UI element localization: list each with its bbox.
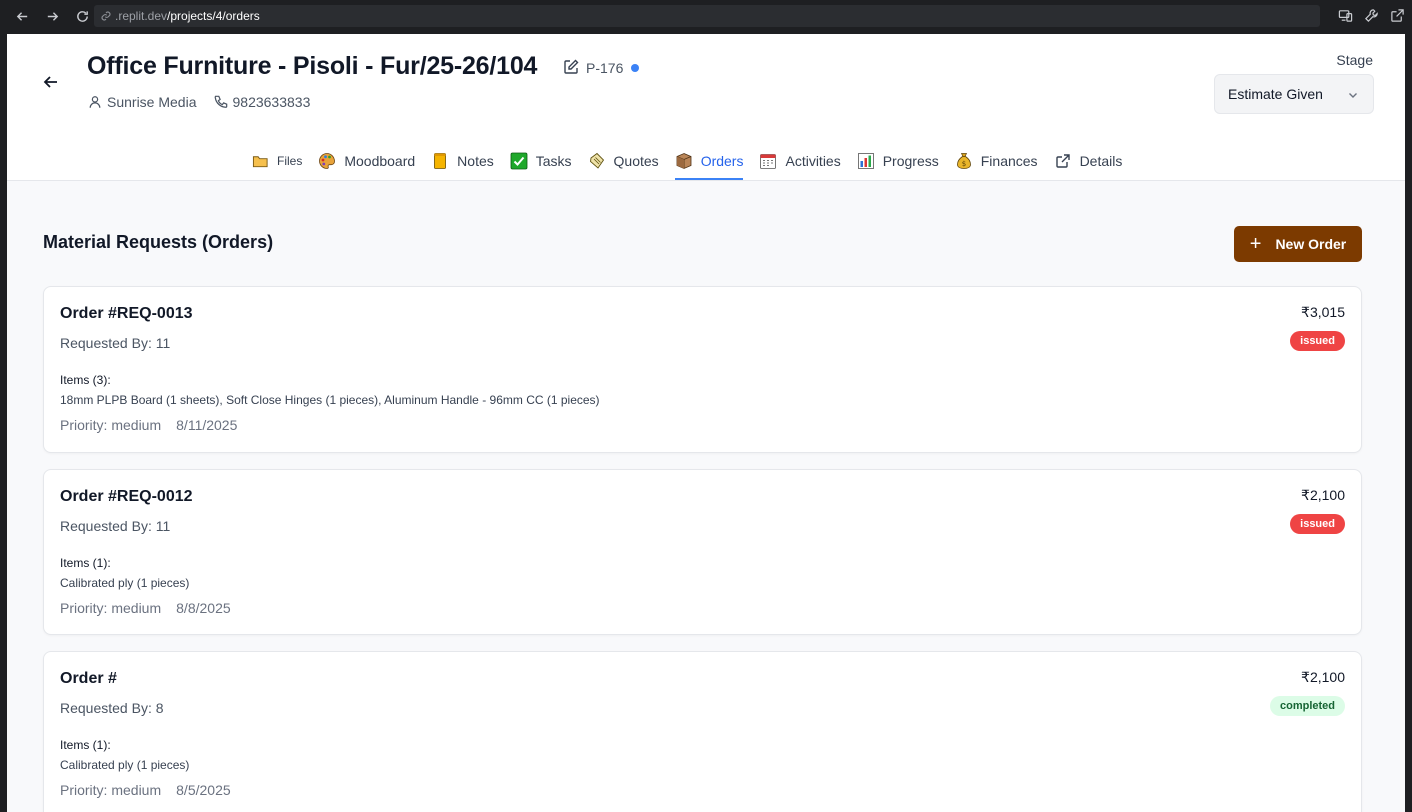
order-items-label: Items (1): xyxy=(60,556,111,570)
section-title: Material Requests (Orders) xyxy=(43,232,274,252)
order-date: 8/11/2025 xyxy=(176,417,238,433)
phone-info: 9823633833 xyxy=(214,94,311,110)
order-title: Order #REQ-0013 xyxy=(60,305,193,322)
open-external-icon[interactable] xyxy=(1388,6,1406,24)
svg-text:$: $ xyxy=(962,160,966,168)
order-items: Calibrated ply (1 pieces) xyxy=(60,758,190,772)
tab-label: Activities xyxy=(785,153,841,169)
tab-tasks[interactable]: Tasks xyxy=(502,142,580,180)
status-badge: issued xyxy=(1290,331,1345,351)
back-arrow-icon[interactable] xyxy=(41,72,61,92)
wrench-icon[interactable] xyxy=(1362,6,1380,24)
order-title: Order # xyxy=(60,670,117,687)
folder-icon xyxy=(251,152,269,170)
tab-label: Moodboard xyxy=(344,153,416,169)
tab-orders[interactable]: Orders xyxy=(667,142,752,180)
tab-moodboard[interactable]: Moodboard xyxy=(310,142,423,180)
client-name: Sunrise Media xyxy=(107,94,197,110)
order-priority: Priority: medium xyxy=(60,417,162,433)
order-date: 8/5/2025 xyxy=(176,782,231,798)
project-header: Office Furniture - Pisoli - Fur/25-26/10… xyxy=(7,34,1405,181)
order-priority: Priority: medium xyxy=(60,782,162,798)
order-requested-by: Requested By: 11 xyxy=(60,518,171,534)
project-tabs: Files Moodboard Notes Tasks Quotes Order… xyxy=(243,142,1130,180)
tab-label: Orders xyxy=(700,153,744,169)
project-title: Office Furniture - Pisoli - Fur/25-26/10… xyxy=(87,52,538,80)
tab-finances[interactable]: $ Finances xyxy=(947,142,1046,180)
order-items: 18mm PLPB Board (1 sheets), Soft Close H… xyxy=(60,393,600,407)
new-order-button[interactable]: + New Order xyxy=(1234,226,1362,262)
project-code: P-176 xyxy=(586,60,624,76)
tab-label: Notes xyxy=(457,153,494,169)
order-card[interactable]: Order #REQ-0013 Requested By: 11 Items (… xyxy=(43,286,1362,453)
devices-icon[interactable] xyxy=(1336,6,1354,24)
stage-value: Estimate Given xyxy=(1228,86,1323,102)
order-amount: ₹2,100 xyxy=(1301,487,1345,503)
stage-select[interactable]: Estimate Given xyxy=(1214,74,1374,114)
status-dot xyxy=(631,64,639,72)
link-icon xyxy=(101,11,111,21)
user-icon xyxy=(89,96,101,108)
order-items: Calibrated ply (1 pieces) xyxy=(60,576,190,590)
money-bag-icon: $ xyxy=(955,152,973,170)
tab-progress[interactable]: Progress xyxy=(849,142,947,180)
order-title: Order #REQ-0012 xyxy=(60,488,193,505)
order-items-label: Items (3): xyxy=(60,373,111,387)
status-badge: completed xyxy=(1269,696,1345,716)
tab-files[interactable]: Files xyxy=(243,142,310,180)
app-window: Office Furniture - Pisoli - Fur/25-26/10… xyxy=(7,34,1405,812)
stage-label: Stage xyxy=(1336,52,1373,68)
order-card[interactable]: Order #REQ-0012 Requested By: 11 Items (… xyxy=(43,469,1362,635)
url-domain: .replit.dev xyxy=(115,9,168,23)
tab-quotes[interactable]: Quotes xyxy=(580,142,667,180)
calendar-icon xyxy=(759,152,777,170)
browser-toolbar: .replit.dev /projects/4/orders xyxy=(0,0,1412,33)
palette-icon xyxy=(318,152,336,170)
tab-label: Tasks xyxy=(535,153,572,169)
tab-notes[interactable]: Notes xyxy=(423,142,502,180)
order-priority: Priority: medium xyxy=(60,600,162,616)
order-date: 8/8/2025 xyxy=(176,600,231,616)
box-icon xyxy=(675,152,693,170)
chevron-down-icon xyxy=(1349,93,1357,98)
order-card[interactable]: Order # Requested By: 8 Items (1): Calib… xyxy=(43,651,1362,812)
client-info: Sunrise Media xyxy=(88,94,197,110)
order-requested-by: Requested By: 11 xyxy=(60,335,171,351)
checkbox-icon xyxy=(510,152,528,170)
tab-label: Files xyxy=(277,154,303,168)
status-badge: issued xyxy=(1290,514,1345,534)
tab-activities[interactable]: Activities xyxy=(751,142,848,180)
client-phone: 9823633833 xyxy=(232,94,311,110)
bar-chart-icon xyxy=(857,152,875,170)
order-requested-by: Requested By: 8 xyxy=(60,700,164,716)
tab-label: Details xyxy=(1079,153,1123,169)
order-items-label: Items (1): xyxy=(60,738,111,752)
address-bar[interactable]: .replit.dev /projects/4/orders xyxy=(94,5,1320,27)
order-amount: ₹2,100 xyxy=(1301,669,1345,685)
tab-details[interactable]: Details xyxy=(1046,142,1131,180)
phone-icon xyxy=(214,95,227,108)
tab-label: Finances xyxy=(980,153,1038,169)
back-icon[interactable] xyxy=(8,3,36,31)
tab-label: Progress xyxy=(882,153,939,169)
url-path: /projects/4/orders xyxy=(167,9,260,23)
external-link-icon xyxy=(1054,152,1072,170)
edit-icon[interactable] xyxy=(563,59,579,75)
tab-label: Quotes xyxy=(613,153,659,169)
reload-icon[interactable] xyxy=(68,3,96,31)
forward-icon[interactable] xyxy=(38,3,66,31)
plus-icon: + xyxy=(1249,233,1262,255)
notepad-icon xyxy=(431,152,449,170)
new-order-label: New Order xyxy=(1275,236,1347,252)
scroll-icon xyxy=(588,152,606,170)
order-amount: ₹3,015 xyxy=(1301,304,1345,320)
